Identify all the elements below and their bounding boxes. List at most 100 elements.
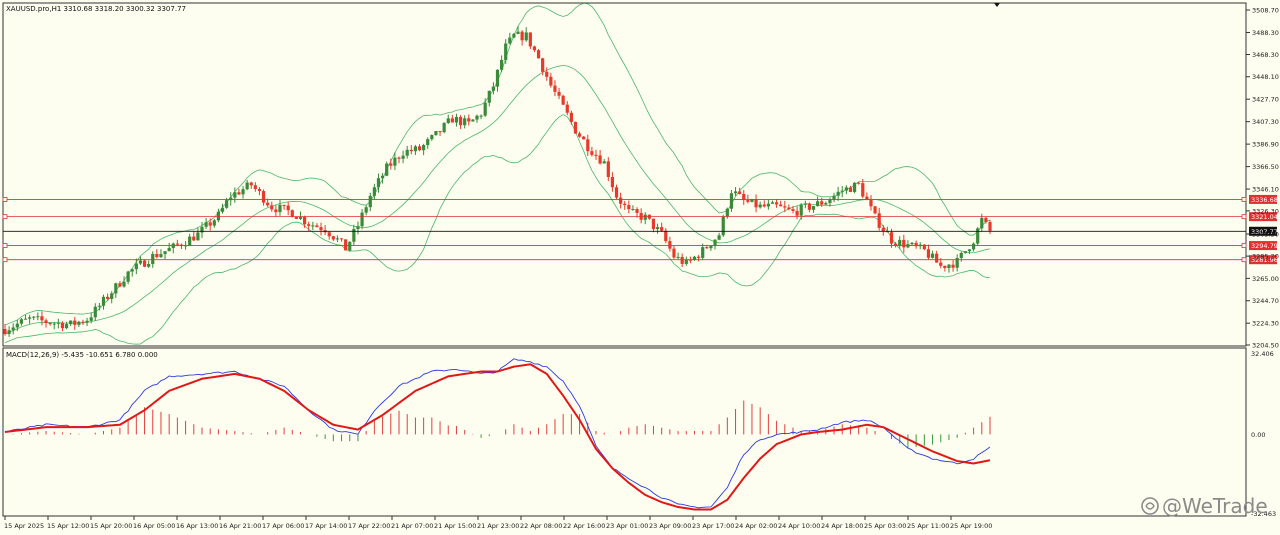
price-axis-label: 3488.30 (1252, 29, 1279, 37)
bear-candle (795, 211, 799, 216)
bull-candle (442, 123, 446, 133)
bull-candle (138, 260, 143, 264)
time-axis-label: 15 Apr 2025 (4, 522, 44, 530)
bear-candle (557, 91, 561, 96)
time-axis-label: 24 Apr 10:00 (778, 522, 820, 530)
bull-candle (298, 216, 303, 219)
bear-candle (984, 217, 988, 223)
bear-candle (307, 224, 311, 226)
price-axis-label: 3204.50 (1252, 342, 1279, 350)
bull-candle (898, 239, 902, 246)
bear-candle (664, 230, 668, 242)
bull-candle (602, 161, 606, 164)
bear-candle (569, 112, 573, 122)
time-axis-label: 25 Apr 19:00 (950, 522, 992, 530)
bull-candle (77, 321, 81, 325)
bear-candle (294, 216, 298, 219)
bear-candle (528, 32, 532, 47)
bear-candle (705, 247, 709, 249)
bear-candle (951, 264, 955, 268)
bear-candle (939, 262, 943, 266)
time-axis-label: 17 Apr 22:00 (348, 522, 390, 530)
bear-candle (253, 185, 257, 189)
bear-candle (40, 316, 44, 321)
bull-candle (114, 283, 118, 294)
bull-candle (709, 246, 713, 249)
bull-candle (393, 157, 397, 166)
bull-candle (446, 118, 450, 124)
bull-candle (311, 225, 315, 227)
bull-candle (348, 241, 352, 251)
bull-candle (508, 37, 512, 44)
bull-candle (196, 232, 200, 241)
bull-candle (684, 259, 688, 264)
bear-candle (606, 161, 610, 177)
time-axis-label: 23 Apr 09:00 (649, 522, 691, 530)
bear-candle (848, 187, 853, 192)
macd-title: MACD(12,26,9) -5.435 -10.651 6.780 0.000 (6, 351, 158, 359)
level-anchor-handle (2, 197, 8, 202)
bear-candle (142, 260, 147, 267)
time-axis-label: 15 Apr 12:00 (47, 522, 89, 530)
bear-candle (389, 163, 393, 166)
bull-candle (130, 269, 134, 272)
bear-candle (532, 46, 537, 51)
bear-candle (553, 85, 557, 92)
bear-candle (943, 265, 947, 269)
time-axis-label: 23 Apr 01:00 (606, 522, 648, 530)
time-axis-label: 23 Apr 17:00 (692, 522, 734, 530)
bear-candle (339, 238, 344, 240)
bear-candle (762, 204, 766, 207)
bull-candle (163, 251, 167, 255)
bull-candle (426, 139, 430, 146)
bull-candle (676, 256, 680, 258)
bull-candle (434, 131, 438, 136)
bear-candle (881, 227, 885, 232)
bull-candle (811, 206, 816, 210)
bear-candle (779, 204, 783, 207)
bull-candle (500, 59, 504, 70)
bull-candle (655, 227, 660, 230)
bull-candle (93, 306, 97, 318)
bull-candle (721, 216, 725, 236)
bear-candle (409, 149, 413, 152)
bull-candle (97, 305, 101, 307)
bear-candle (651, 218, 656, 230)
bear-candle (877, 213, 881, 228)
price-axis-label: 3407.30 (1252, 118, 1279, 126)
level-anchor-handle (2, 257, 8, 263)
bull-candle (758, 204, 762, 208)
bull-candle (188, 236, 192, 246)
bull-candle (963, 251, 967, 253)
price-axis-label: 3285.20 (1252, 253, 1279, 261)
bull-candle (475, 115, 479, 120)
bull-candle (413, 146, 418, 152)
bull-candle (491, 86, 495, 91)
bear-candle (118, 283, 122, 287)
bull-candle (828, 199, 832, 204)
bear-candle (635, 209, 639, 213)
bull-candle (101, 296, 106, 306)
time-axis-label: 24 Apr 18:00 (821, 522, 863, 530)
bull-candle (110, 293, 114, 299)
bull-candle (824, 203, 828, 205)
level-anchor-handle (1241, 243, 1247, 248)
bull-candle (471, 119, 475, 122)
bear-candle (935, 253, 939, 263)
bull-candle (803, 203, 807, 205)
bear-candle (594, 154, 598, 156)
price-axis-label: 3508.70 (1252, 7, 1279, 15)
bull-candle (122, 281, 126, 287)
bear-candle (549, 76, 553, 86)
level-anchor-handle (2, 243, 8, 248)
bull-candle (134, 263, 138, 270)
bull-candle (479, 115, 483, 117)
bear-candle (614, 187, 619, 198)
bull-candle (766, 203, 770, 207)
bear-candle (857, 182, 861, 184)
chart-canvas: XAUUSD.pro,H1 3310.68 3318.20 3300.32 33… (0, 0, 1280, 535)
bull-candle (376, 178, 381, 188)
bull-candle (360, 212, 364, 227)
level-anchor-handle (2, 214, 8, 220)
bear-candle (926, 249, 931, 258)
